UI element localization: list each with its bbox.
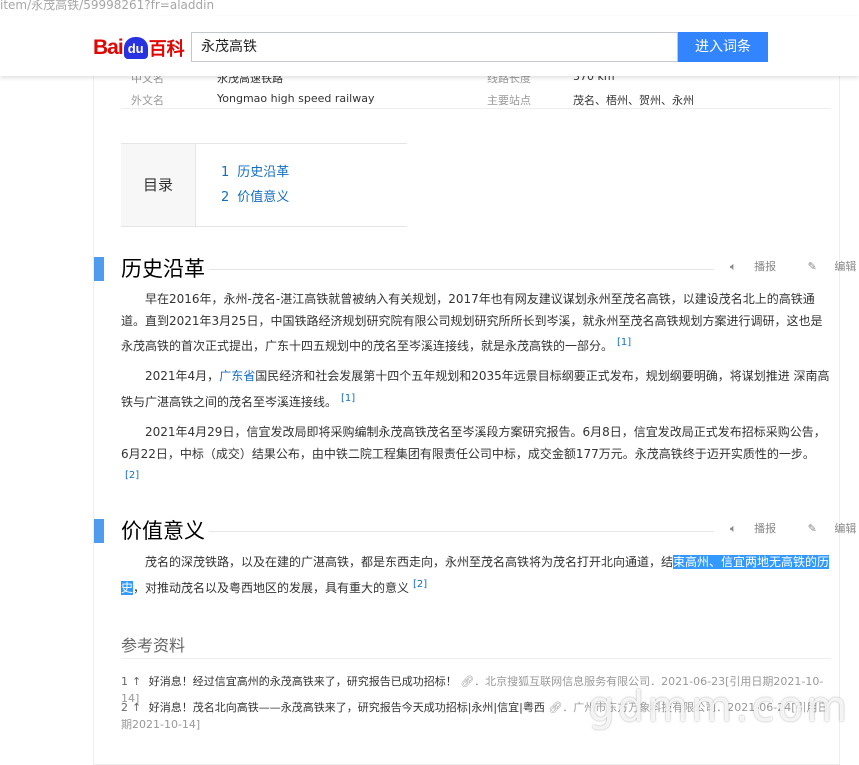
baike-header: Bai du 百科 永茂高铁 进入词条 — [0, 16, 859, 76]
speaker-icon: 🔈︎ — [730, 522, 737, 535]
baidu-baike-logo[interactable]: Bai du 百科 — [93, 36, 185, 60]
speaker-icon: 🔈︎ — [730, 260, 737, 273]
reference-link[interactable]: [2] — [413, 579, 427, 590]
paragraph: 早在2016年，永州-茂名-湛江高铁就曾被纳入有关规划，2017年也有网友建议谋… — [121, 292, 823, 353]
reference-link[interactable]: [1] — [617, 337, 631, 348]
table-of-contents: 目录 1 历史沿革 2 价值意义 — [121, 143, 407, 227]
up-arrow-icon[interactable]: ↑ — [132, 701, 141, 714]
edit-button[interactable]: ✎ 编辑 — [808, 522, 859, 535]
section-marker — [94, 519, 104, 543]
enter-entry-button[interactable]: 进入词条 — [678, 32, 768, 62]
pencil-icon: ✎ — [807, 260, 817, 273]
infobox-value: Yongmao high speed railway — [217, 92, 375, 105]
infobox-row: 外文名 Yongmao high speed railway 主要站点 茂名、梧… — [131, 92, 694, 108]
section-title: 价值意义 — [121, 519, 205, 543]
up-arrow-icon[interactable]: ↑ — [132, 675, 141, 688]
link-icon: 🔗︎ — [548, 701, 563, 714]
play-button[interactable]: 🔈︎ 播报 — [730, 522, 790, 535]
toc-item-value[interactable]: 2 价值意义 — [221, 186, 289, 205]
section-divider — [209, 531, 714, 532]
search-input[interactable]: 永茂高铁 — [191, 32, 678, 62]
paw-icon: du — [123, 37, 148, 59]
browser-url-strip: item/永茂高铁/59998261?fr=aladdin — [0, 0, 859, 16]
references-title: 参考资料 — [121, 636, 186, 655]
link-icon: 🔗︎ — [460, 675, 475, 688]
pencil-icon: ✎ — [807, 522, 817, 535]
reference-title-link[interactable]: 好消息！茂名北向高铁——永茂高铁来了，研究报告今天成功招标|永州|信宜|粤西 — [149, 701, 545, 714]
guangdong-link[interactable]: 广东省 — [219, 369, 255, 383]
section-tools: 🔈︎ 播报 ✎ 编辑 — [730, 520, 859, 536]
reference-link[interactable]: [2] — [125, 470, 139, 481]
article-content: 中文名 永茂高速铁路 线路长度 370 km 外文名 Yongmao high … — [93, 60, 856, 765]
infobox-label: 外文名 — [131, 94, 164, 107]
section-marker — [94, 257, 104, 281]
references-divider — [121, 658, 831, 659]
paragraph: 2021年4月29日，信宜发改局即将采购编制永茂高铁茂名至岑溪段方案研究报告。6… — [121, 425, 826, 481]
reference-link[interactable]: [1] — [341, 393, 355, 404]
infobox-divider — [121, 108, 831, 109]
infobox-label: 主要站点 — [487, 94, 531, 107]
section-title: 历史沿革 — [121, 257, 205, 281]
section-tools: 🔈︎ 播报 ✎ 编辑 — [730, 258, 859, 274]
section-header-value: 价值意义 🔈︎ 播报 ✎ 编辑 — [94, 519, 856, 545]
paragraph: 茂名的深茂铁路，以及在建的广湛高铁，都是东西走向，永州至茂名高铁将为茂名打开北向… — [121, 555, 830, 595]
section-header-history: 历史沿革 🔈︎ 播报 ✎ 编辑 — [94, 257, 856, 283]
edit-button[interactable]: ✎ 编辑 — [808, 260, 859, 273]
infobox-value: 茂名、梧州、贺州、永州 — [573, 94, 694, 107]
toc-label: 目录 — [121, 144, 196, 226]
section-divider — [209, 269, 714, 270]
reference-title-link[interactable]: 好消息！经过信宜高州的永茂高铁来了，研究报告已成功招标！ — [149, 675, 457, 688]
play-button[interactable]: 🔈︎ 播报 — [730, 260, 790, 273]
site-watermark: gdmm.com — [588, 682, 851, 731]
toc-item-history[interactable]: 1 历史沿革 — [221, 161, 289, 180]
paragraph: 2021年4月，广东省国民经济和社会发展第十四个五年规划和2035年远景目标纲要… — [121, 369, 830, 409]
